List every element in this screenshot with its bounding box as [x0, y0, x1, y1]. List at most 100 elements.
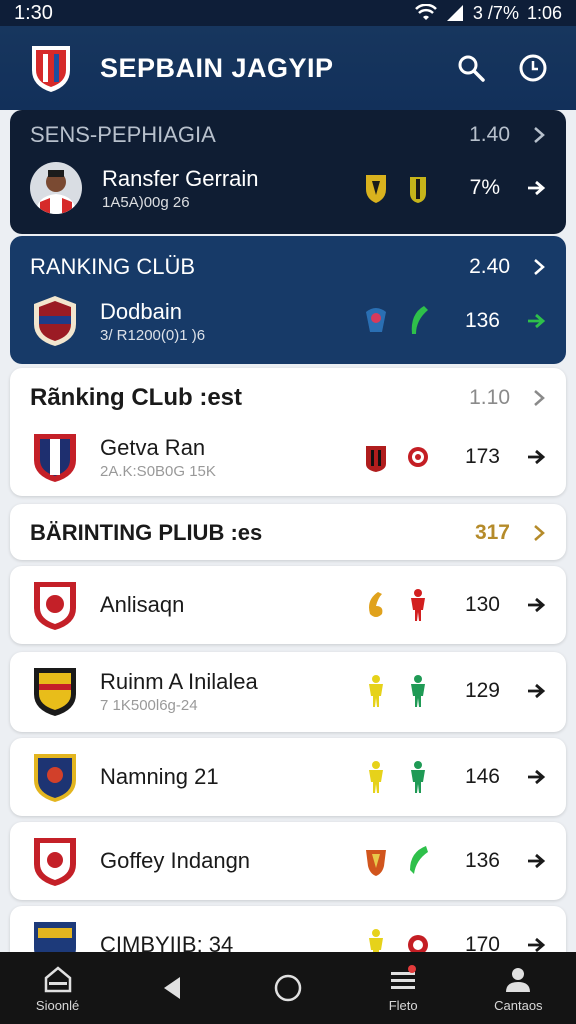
crest-icon [366, 308, 386, 332]
list-item[interactable]: Namning 21 146 [10, 738, 566, 816]
row-value: 170 [464, 933, 500, 952]
arrow-right-icon[interactable] [526, 448, 546, 466]
club-badge-icon [34, 582, 76, 630]
chevron-right-icon[interactable] [532, 523, 546, 543]
section-title: Rãnking CLub :est [30, 384, 243, 411]
club-badge-icon [34, 922, 76, 952]
section-count: 317 [474, 521, 510, 544]
status-clock: 1:06 [526, 2, 562, 23]
section-title: BÄRINTING PLIUB :es [30, 520, 263, 545]
wifi-icon [415, 4, 437, 20]
nav-item-back[interactable] [125, 973, 221, 1003]
status-time: 1:30 [14, 1, 53, 24]
club-name: Dodbain [100, 298, 182, 324]
section-count: 2.40 [469, 255, 510, 278]
player-figure-icon [369, 929, 383, 952]
crest-icon [408, 935, 428, 952]
clock-icon[interactable] [518, 53, 548, 83]
crest-icon [411, 306, 428, 334]
app-title: SEPBAIN JAGYIP [100, 52, 334, 83]
club-badge-icon [34, 296, 76, 346]
player-figure-icon [369, 675, 383, 707]
arrow-right-icon[interactable] [526, 852, 546, 870]
row-value: 146 [464, 765, 500, 788]
list-item[interactable]: Getva Ran 2A.K:S0B0G 15K 173 [30, 430, 546, 484]
crest-icon [366, 446, 386, 472]
section-count: 1.10 [469, 386, 510, 409]
section-card[interactable]: Rãnking CLub :est 1.10 Getva Ran 2A.K:S0… [10, 368, 566, 496]
nav-item-menu[interactable]: Fleto [355, 964, 451, 1013]
nav-item-profile[interactable]: Cantaos [470, 964, 566, 1013]
section-title: SENS-PEPHIAGIA [30, 122, 216, 147]
arrow-right-icon[interactable] [526, 768, 546, 786]
club-sub: 2A.K:S0B0G 15K [100, 462, 216, 480]
club-sub: 3/ R1200(0)1 )6 [100, 326, 206, 344]
row-value: 136 [464, 849, 500, 872]
player-sub: 1A5A)00g 26 [102, 193, 190, 211]
signal-icon [446, 5, 463, 21]
status-icons: 3 /7% 1:06 [415, 3, 562, 24]
list-item[interactable]: Anlisaqn 130 [10, 566, 566, 644]
chevron-right-icon[interactable] [532, 125, 546, 145]
home-icon [44, 965, 71, 992]
crest-icon [366, 850, 386, 876]
app-logo-icon [32, 46, 70, 92]
nav-item-home[interactable]: Sioonlé [10, 964, 106, 1013]
club-badge-icon [34, 668, 76, 716]
arrow-right-icon[interactable] [526, 179, 546, 197]
list-item[interactable]: Ransfer Gerrain 1A5A)00g 26 7% [30, 162, 546, 214]
chevron-right-icon[interactable] [532, 388, 546, 408]
nav-label: Fleto [388, 997, 418, 1013]
list-item[interactable]: Dodbain 3/ R1200(0)1 )6 136 [30, 294, 546, 348]
player-figure-icon [369, 761, 383, 793]
arrow-right-icon[interactable] [526, 312, 546, 330]
club-badge-icon [34, 754, 76, 802]
home-circle-icon [274, 974, 302, 1002]
crest-icon [366, 175, 386, 203]
back-icon [163, 977, 180, 999]
bottom-nav: Sioonlé Fleto Cantaos [0, 952, 576, 1024]
nav-label: Cantaos [494, 997, 543, 1013]
section-card[interactable]: SENS-PEPHIAGIA 1.40 Ransfer Gerrain 1A5A… [10, 110, 566, 234]
battery-text: 3 /7% [472, 2, 519, 23]
app-bar: SEPBAIN JAGYIP [0, 26, 576, 110]
search-icon[interactable] [456, 53, 486, 83]
list-item[interactable]: CIMBYIIB: 34 170 [10, 906, 566, 952]
row-value: 136 [464, 309, 500, 332]
menu-icon [391, 964, 417, 989]
row-value: 173 [464, 445, 500, 468]
list-item[interactable]: Goffey Indangn 136 [10, 822, 566, 900]
section-count: 1.40 [469, 123, 510, 146]
crest-icon [408, 447, 428, 467]
list-item[interactable]: Ruinm A Inilalea 7 1K500l6g-24 129 [10, 652, 566, 732]
player-avatar [30, 162, 82, 214]
chevron-right-icon[interactable] [532, 257, 546, 277]
nav-label: Sioonlé [35, 997, 80, 1013]
club-name: Goffey Indangn [100, 848, 251, 873]
player-name: Ransfer Gerrain [102, 165, 259, 191]
content-list: SENS-PEPHIAGIA 1.40 Ransfer Gerrain 1A5A… [0, 110, 576, 952]
arrow-right-icon[interactable] [526, 596, 546, 614]
club-name: Namning 21 [100, 764, 219, 789]
crest-icon [410, 177, 426, 203]
section-card[interactable]: RANKING CLÜB 2.40 Dodbain 3/ R1200(0)1 )… [10, 236, 566, 364]
club-badge-icon [34, 434, 76, 482]
club-sub: 7 1K500l6g-24 [100, 696, 198, 714]
crest-icon [410, 846, 428, 874]
nav-item-home-circle[interactable] [240, 973, 336, 1003]
arrow-right-icon[interactable] [526, 936, 546, 952]
row-value: 7% [469, 176, 500, 199]
club-name: Getva Ran [100, 434, 206, 460]
arrow-right-icon[interactable] [526, 682, 546, 700]
status-bar: 1:30 3 /7% 1:06 [0, 0, 576, 26]
profile-icon [506, 967, 531, 992]
club-badge-icon [34, 838, 76, 886]
row-value: 130 [464, 593, 500, 616]
section-card[interactable]: BÄRINTING PLIUB :es 317 [10, 504, 566, 560]
club-name: Anlisaqn [100, 592, 185, 617]
row-value: 129 [464, 679, 500, 702]
club-name: CIMBYIIB: 34 [100, 932, 234, 952]
crest-icon [369, 592, 383, 617]
player-figure-icon [411, 761, 425, 793]
player-figure-icon [411, 589, 425, 621]
